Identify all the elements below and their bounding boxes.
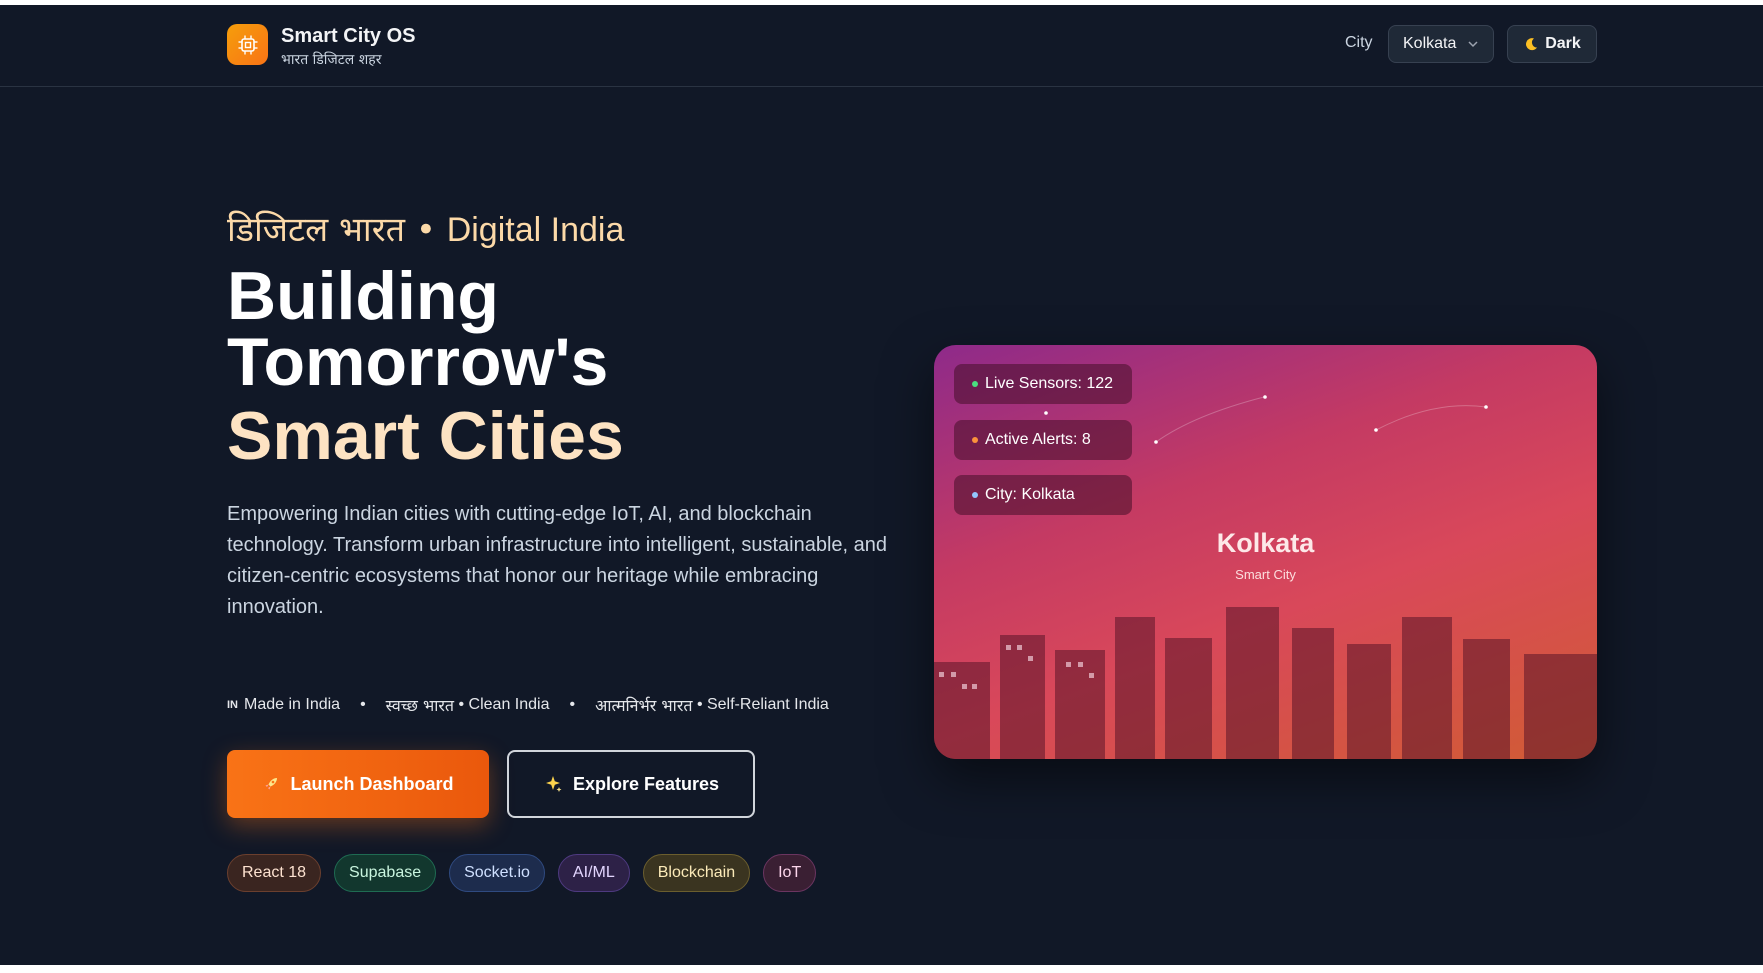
card-city-name: Kolkata (1216, 528, 1315, 558)
tag-clean-india-hindi: स्वच्छ भारत (385, 696, 455, 715)
brand-subtitle: भारत डिजिटल शहर (281, 52, 382, 68)
explore-features-button[interactable]: Explore Features (507, 750, 755, 818)
app-root: Smart City OS भारत डिजिटल शहर City Kolka… (0, 5, 1763, 965)
active-alerts-label: Active Alerts: 8 (985, 431, 1091, 448)
moon-icon (1526, 38, 1538, 51)
card-city-subtitle: Smart City (1235, 567, 1296, 582)
chip-logo-icon[interactable] (227, 24, 268, 65)
chip-iot: IoT (763, 854, 817, 892)
headline-line-2: Tomorrow's (227, 324, 609, 400)
chip-blockchain: Blockchain (642, 854, 751, 892)
city-pill: City: Kolkata (954, 475, 1132, 515)
explore-features-label: Explore Features (572, 773, 720, 794)
eyebrow-hindi: डिजिटल भारत (227, 210, 406, 250)
tag-separator: • (360, 696, 366, 713)
hero-headline: Building Tomorrow's Smart Cities (227, 258, 867, 474)
theme-toggle-label: Dark (1545, 35, 1581, 52)
headline-line-1: Building (227, 258, 499, 334)
city-pill-label: City: Kolkata (985, 486, 1075, 503)
india-tags: IN Made in India • स्वच्छ भारत • Clean I… (227, 694, 829, 716)
tag-clean-india: • Clean India (458, 696, 550, 713)
city-label: City (1345, 34, 1373, 51)
eyebrow-separator: • (405, 210, 447, 250)
status-dot-icon (972, 492, 978, 498)
sparkles-icon (545, 776, 562, 792)
brand-title[interactable]: Smart City OS (281, 25, 415, 48)
launch-dashboard-button[interactable]: Launch Dashboard (227, 750, 489, 818)
launch-dashboard-label: Launch Dashboard (290, 773, 454, 794)
tag-self-reliant-india: • Self-Reliant India (696, 696, 829, 713)
chip-react: React 18 (227, 854, 322, 892)
live-sensors-label: Live Sensors: 122 (985, 375, 1114, 392)
city-select[interactable]: Kolkata (1388, 25, 1494, 63)
active-alerts-pill: Active Alerts: 8 (954, 420, 1132, 460)
hero-eyebrow: डिजिटल भारत • Digital India (227, 205, 624, 251)
chevron-down-icon (1468, 41, 1478, 48)
chip-ai-ml: AI/ML (557, 854, 630, 892)
city-select-value: Kolkata (1403, 35, 1457, 52)
india-flag-icon: IN (227, 699, 238, 711)
eyebrow-english: Digital India (446, 211, 625, 249)
top-navbar: Smart City OS भारत डिजिटल शहर City Kolka… (0, 5, 1763, 87)
status-dot-icon (972, 381, 978, 387)
hero-description: Empowering Indian cities with cutting-ed… (227, 503, 887, 618)
tag-made-in-india: Made in India (244, 696, 341, 713)
city-preview-card[interactable]: Live Sensors: 122 Active Alerts: 8 City:… (934, 345, 1597, 759)
tag-self-reliant-hindi: आत्मनिर्भर भारत (595, 696, 693, 715)
tech-chips: React 18 Supabase Socket.io AI/ML Blockc… (227, 854, 817, 892)
status-dot-icon (972, 437, 978, 443)
chip-supabase: Supabase (334, 854, 437, 892)
chip-socketio: Socket.io (449, 854, 545, 892)
live-sensors-pill: Live Sensors: 122 (954, 364, 1132, 404)
tag-separator: • (569, 696, 576, 713)
headline-accent: Smart Cities (227, 398, 624, 474)
theme-toggle-button[interactable]: Dark (1507, 25, 1597, 63)
rocket-icon (265, 778, 278, 790)
